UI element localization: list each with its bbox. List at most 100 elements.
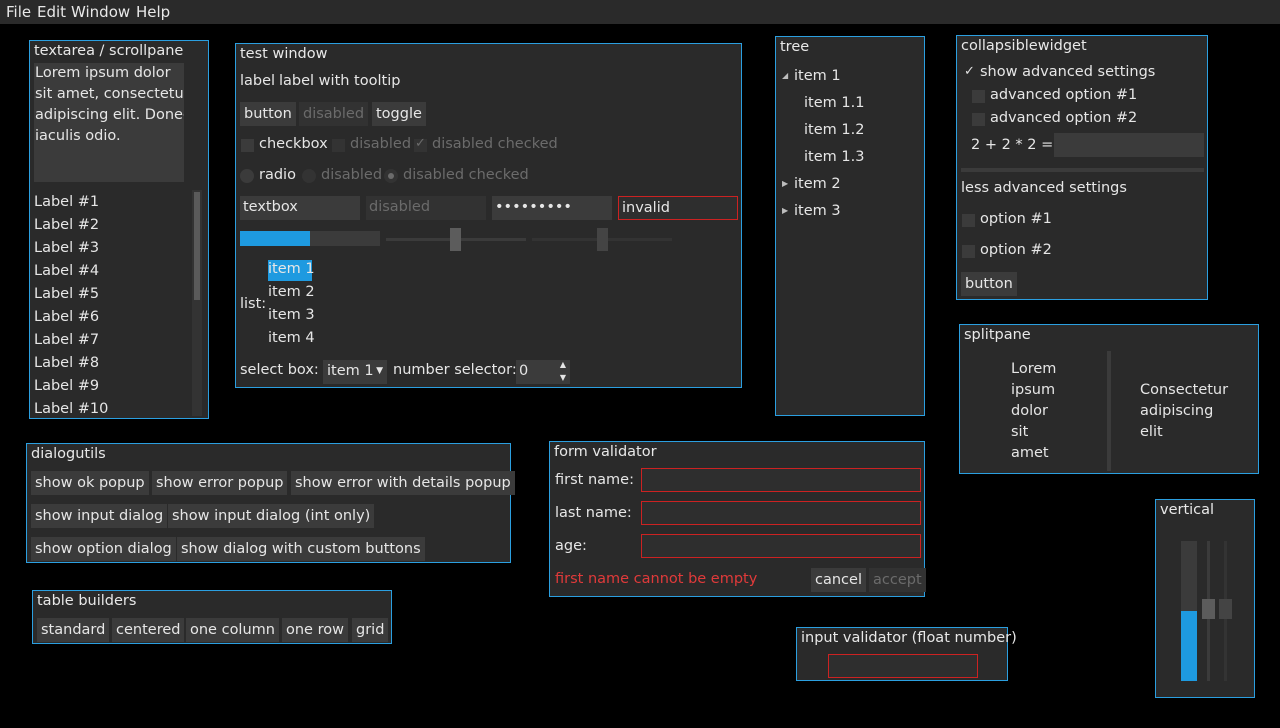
collapsed-arrow-icon[interactable]: ▶ <box>782 206 788 215</box>
check-icon: ✓ <box>415 136 426 151</box>
tooltip-label[interactable]: label with tooltip <box>279 73 400 89</box>
show-option-dialog-button[interactable]: show option dialog <box>31 537 176 561</box>
invalid-field[interactable]: invalid <box>618 196 738 220</box>
advanced-option-checkbox[interactable] <box>972 90 985 103</box>
age-field[interactable] <box>641 534 921 558</box>
disabled-radio-label: disabled <box>321 167 383 183</box>
scroll-label: Label #3 <box>34 240 100 256</box>
dialogutils-window: dialogutils show ok popup show error pop… <box>26 443 515 563</box>
slider-handle[interactable] <box>1202 599 1215 619</box>
option-checkbox[interactable] <box>962 245 975 258</box>
number-selector[interactable]: 0 ▲ ▼ <box>516 360 570 384</box>
check-icon: ✓ <box>964 64 975 79</box>
show-input-dialog-button[interactable]: show input dialog <box>31 504 168 528</box>
tree-node[interactable]: item 3 <box>794 203 841 219</box>
scroll-label: Label #9 <box>34 378 100 394</box>
split-right-text: elit <box>1140 424 1163 440</box>
show-ok-popup-button[interactable]: show ok popup <box>31 471 149 495</box>
tree-node[interactable]: item 1.1 <box>804 95 864 111</box>
password-field[interactable]: ••••••••• <box>492 196 612 220</box>
show-custom-buttons-button[interactable]: show dialog with custom buttons <box>177 537 425 561</box>
split-right-text: adipiscing <box>1140 403 1214 419</box>
error-message: first name cannot be empty <box>555 571 758 587</box>
disabled-button: disabled <box>299 102 369 126</box>
toggle-button[interactable]: toggle <box>372 102 426 126</box>
number-value: 0 <box>519 363 529 379</box>
slider[interactable] <box>386 228 526 251</box>
one-row-button[interactable]: one row <box>282 618 348 642</box>
tree-node[interactable]: item 1 <box>794 68 841 84</box>
scrollbar-track[interactable] <box>192 190 202 416</box>
slider-handle[interactable] <box>449 228 461 251</box>
option-checkbox[interactable] <box>962 214 975 227</box>
disabled-checkbox-label: disabled <box>350 136 412 152</box>
centered-button[interactable]: centered <box>112 618 185 642</box>
textarea[interactable]: Lorem ipsum dolor sit amet, consectetur … <box>34 63 184 182</box>
expanded-arrow-icon[interactable]: ◢ <box>782 71 788 80</box>
first-name-field[interactable] <box>641 468 921 492</box>
cancel-button[interactable]: cancel <box>811 568 866 592</box>
disabled-checked-radio-label: disabled checked <box>403 167 529 183</box>
split-left-text: amet <box>1011 445 1049 461</box>
grid-button[interactable]: grid <box>352 618 389 642</box>
menu-file[interactable]: File <box>6 3 31 21</box>
float-input-field[interactable] <box>828 654 978 678</box>
radio[interactable] <box>240 169 254 183</box>
show-advanced-checkbox[interactable]: ✓ <box>963 64 976 80</box>
plain-label: label <box>240 73 276 89</box>
scrollbar-thumb[interactable] <box>194 192 200 300</box>
split-left-text: dolor <box>1011 403 1048 419</box>
radio-label: radio <box>259 167 296 183</box>
list-item[interactable]: item 1 <box>268 261 315 277</box>
standard-button[interactable]: standard <box>37 618 110 642</box>
tree-node[interactable]: item 2 <box>794 176 841 192</box>
last-name-field[interactable] <box>641 501 921 525</box>
advanced-option-checkbox[interactable] <box>972 113 985 126</box>
tree-node[interactable]: item 1.2 <box>804 122 864 138</box>
list-label: list: <box>240 296 267 312</box>
dropdown-arrow-icon: ▼ <box>376 366 383 376</box>
window-title: splitpane <box>964 327 1031 343</box>
window-title: dialogutils <box>31 446 106 462</box>
expression-field[interactable] <box>1054 133 1204 157</box>
select-box[interactable]: item 1 ▼ <box>323 360 387 384</box>
list-item[interactable]: item 2 <box>268 284 315 300</box>
show-input-int-button[interactable]: show input dialog (int only) <box>168 504 375 528</box>
collapsed-arrow-icon[interactable]: ▶ <box>782 179 788 188</box>
menu-help[interactable]: Help <box>136 3 170 21</box>
scrollpane[interactable]: Label #1 Label #2 Label #3 Label #4 Labe… <box>34 190 190 417</box>
list-item[interactable]: item 3 <box>268 307 315 323</box>
last-name-label: last name: <box>555 505 632 521</box>
collapsible-button[interactable]: button <box>961 272 1017 296</box>
select-box-label: select box: <box>240 362 319 378</box>
textarea-window: textarea / scrollpane Lorem ipsum dolor … <box>29 40 209 419</box>
button[interactable]: button <box>240 102 296 126</box>
slider-handle <box>597 228 608 251</box>
checkbox[interactable] <box>241 139 254 152</box>
number-selector-label: number selector: <box>393 362 517 378</box>
split-right-text: Consectetur <box>1140 382 1229 398</box>
split-handle[interactable] <box>1107 351 1111 471</box>
show-error-popup-button[interactable]: show error popup <box>152 471 288 495</box>
window-title: tree <box>780 39 810 55</box>
one-column-button[interactable]: one column <box>186 618 279 642</box>
tree-node[interactable]: item 1.3 <box>804 149 864 165</box>
decrement-arrow-icon[interactable]: ▼ <box>560 366 566 384</box>
show-error-details-button[interactable]: show error with details popup <box>291 471 515 495</box>
list-item[interactable]: item 4 <box>268 330 315 346</box>
disabled-checked-radio <box>384 169 398 183</box>
disabled-textbox: disabled <box>366 196 486 220</box>
progress-fill <box>240 231 310 246</box>
textbox[interactable]: textbox <box>240 196 360 220</box>
scroll-label: Label #8 <box>34 355 100 371</box>
scroll-label: Label #7 <box>34 332 100 348</box>
disabled-vertical-slider <box>1219 541 1232 681</box>
input-validator-window: input validator (float number) <box>796 627 1017 681</box>
menu-edit[interactable]: Edit <box>37 3 66 21</box>
window-title: form validator <box>554 444 657 460</box>
vertical-slider[interactable] <box>1202 541 1215 681</box>
scroll-label: Label #6 <box>34 309 100 325</box>
window-title: textarea / scrollpane <box>34 43 184 59</box>
menu-window[interactable]: Window <box>71 3 130 21</box>
age-label: age: <box>555 538 587 554</box>
